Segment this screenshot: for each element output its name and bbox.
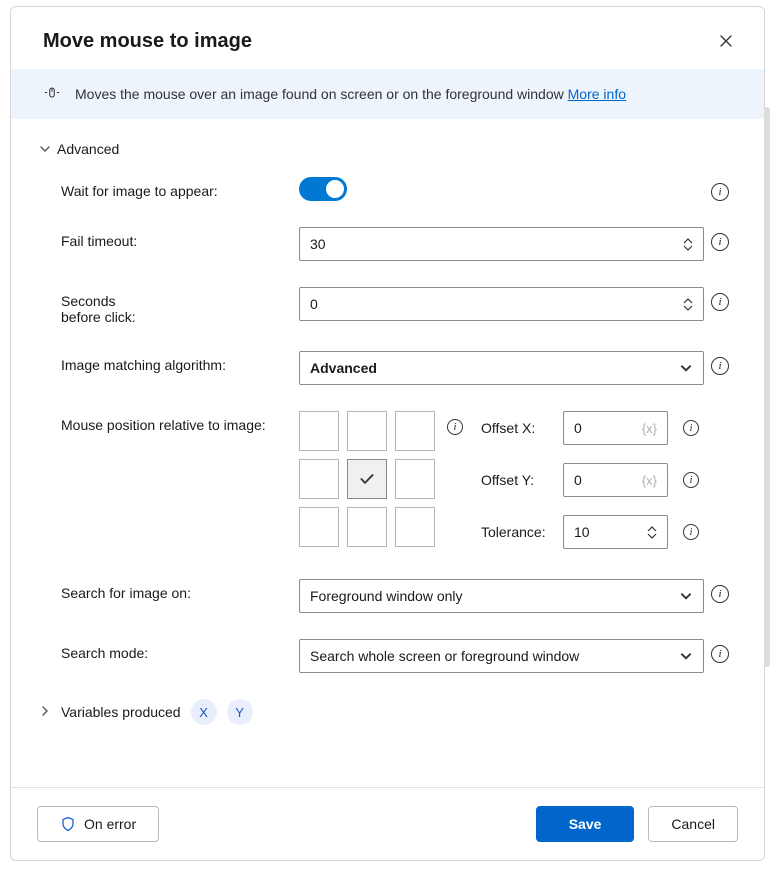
shield-icon (60, 816, 76, 832)
position-grid (299, 411, 435, 547)
dialog: Move mouse to image Moves the mouse over… (10, 6, 765, 861)
info-icon[interactable]: i (711, 233, 729, 251)
tolerance-input[interactable]: 10 (563, 515, 668, 549)
close-icon (718, 33, 734, 49)
search-mode-select[interactable]: Search whole screen or foreground window (299, 639, 704, 673)
tolerance-label: Tolerance: (481, 524, 553, 540)
chevron-down-icon (39, 143, 51, 155)
spinner-down-icon[interactable] (683, 245, 693, 251)
scrollbar[interactable] (764, 107, 770, 667)
search-mode-label: Search mode: (61, 639, 299, 661)
info-banner: Moves the mouse over an image found on s… (11, 69, 764, 119)
advanced-section-toggle[interactable]: Advanced (39, 141, 736, 157)
cancel-button[interactable]: Cancel (648, 806, 738, 842)
variables-section-label: Variables produced (61, 704, 181, 720)
spinner-up-icon[interactable] (683, 298, 693, 304)
tolerance-value: 10 (574, 524, 641, 540)
checkmark-icon (358, 470, 376, 488)
cancel-label: Cancel (671, 816, 715, 832)
offset-y-input[interactable]: 0 {x} (563, 463, 668, 497)
tolerance-spinner[interactable] (647, 526, 657, 539)
search-mode-value: Search whole screen or foreground window (310, 648, 673, 664)
info-icon[interactable]: i (711, 293, 729, 311)
variables-section-toggle[interactable]: Variables produced X Y (39, 699, 736, 725)
fail-timeout-label: Fail timeout: (61, 227, 299, 249)
seconds-spinner[interactable] (683, 298, 693, 311)
close-button[interactable] (712, 27, 740, 55)
spinner-up-icon[interactable] (647, 526, 657, 532)
algorithm-value: Advanced (310, 360, 673, 376)
pos-middle-right[interactable] (395, 459, 435, 499)
offset-x-label: Offset X: (481, 420, 553, 436)
info-icon[interactable]: i (711, 645, 729, 663)
offset-x-placeholder: {x} (642, 421, 657, 436)
chevron-right-icon (39, 704, 51, 720)
chevron-down-icon (679, 649, 693, 663)
algorithm-label: Image matching algorithm: (61, 351, 299, 373)
fail-timeout-input[interactable]: 30 (299, 227, 704, 261)
info-icon[interactable]: i (683, 420, 699, 436)
offset-y-value: 0 (574, 472, 642, 488)
offset-y-label: Offset Y: (481, 472, 553, 488)
more-info-link[interactable]: More info (568, 86, 626, 102)
spinner-up-icon[interactable] (683, 238, 693, 244)
pos-top-left[interactable] (299, 411, 339, 451)
row-offset-y: Offset Y: 0 {x} i (481, 463, 704, 497)
mouse-position-label: Mouse position relative to image: (61, 411, 299, 433)
info-icon[interactable]: i (711, 357, 729, 375)
wait-for-image-label: Wait for image to appear: (61, 177, 299, 199)
row-wait-for-image: Wait for image to appear: i (39, 177, 736, 201)
algorithm-select[interactable]: Advanced (299, 351, 704, 385)
dialog-body: Advanced Wait for image to appear: i Fai… (11, 119, 764, 787)
row-fail-timeout: Fail timeout: 30 i (39, 227, 736, 261)
offset-y-placeholder: {x} (642, 473, 657, 488)
chevron-down-icon (679, 361, 693, 375)
search-on-value: Foreground window only (310, 588, 673, 604)
row-seconds-before-click: Seconds before click: 0 i (39, 287, 736, 325)
pos-bottom-left[interactable] (299, 507, 339, 547)
info-icon[interactable]: i (711, 183, 729, 201)
on-error-button[interactable]: On error (37, 806, 159, 842)
spinner-down-icon[interactable] (683, 305, 693, 311)
mouse-pointer-icon (43, 85, 61, 103)
pos-middle-left[interactable] (299, 459, 339, 499)
spinner-down-icon[interactable] (647, 533, 657, 539)
row-search-on: Search for image on: Foreground window o… (39, 579, 736, 613)
wait-for-image-toggle[interactable] (299, 177, 347, 201)
on-error-label: On error (84, 816, 136, 832)
row-algorithm: Image matching algorithm: Advanced i (39, 351, 736, 385)
pos-top-right[interactable] (395, 411, 435, 451)
info-icon[interactable]: i (683, 524, 699, 540)
fail-timeout-value: 30 (310, 236, 677, 252)
pos-top-center[interactable] (347, 411, 387, 451)
pos-middle-center[interactable] (347, 459, 387, 499)
variable-pill[interactable]: X (191, 699, 217, 725)
dialog-footer: On error Save Cancel (11, 787, 764, 860)
variable-pill[interactable]: Y (227, 699, 253, 725)
titlebar: Move mouse to image (11, 7, 764, 69)
pos-bottom-center[interactable] (347, 507, 387, 547)
info-icon[interactable]: i (447, 419, 463, 435)
info-icon[interactable]: i (711, 585, 729, 603)
advanced-section-label: Advanced (57, 141, 119, 157)
fail-timeout-spinner[interactable] (683, 238, 693, 251)
pos-bottom-right[interactable] (395, 507, 435, 547)
search-on-label: Search for image on: (61, 579, 299, 601)
seconds-before-click-value: 0 (310, 296, 677, 312)
seconds-before-click-label: Seconds before click: (61, 287, 299, 325)
chevron-down-icon (679, 589, 693, 603)
row-search-mode: Search mode: Search whole screen or fore… (39, 639, 736, 673)
info-text: Moves the mouse over an image found on s… (75, 86, 626, 102)
row-tolerance: Tolerance: 10 i (481, 515, 704, 549)
info-icon[interactable]: i (683, 472, 699, 488)
offset-x-input[interactable]: 0 {x} (563, 411, 668, 445)
dialog-title: Move mouse to image (43, 30, 252, 53)
search-on-select[interactable]: Foreground window only (299, 579, 704, 613)
row-offset-x: Offset X: 0 {x} i (481, 411, 704, 445)
row-mouse-position: Mouse position relative to image: (39, 411, 736, 549)
save-label: Save (569, 816, 602, 832)
seconds-before-click-input[interactable]: 0 (299, 287, 704, 321)
offset-x-value: 0 (574, 420, 642, 436)
save-button[interactable]: Save (536, 806, 635, 842)
